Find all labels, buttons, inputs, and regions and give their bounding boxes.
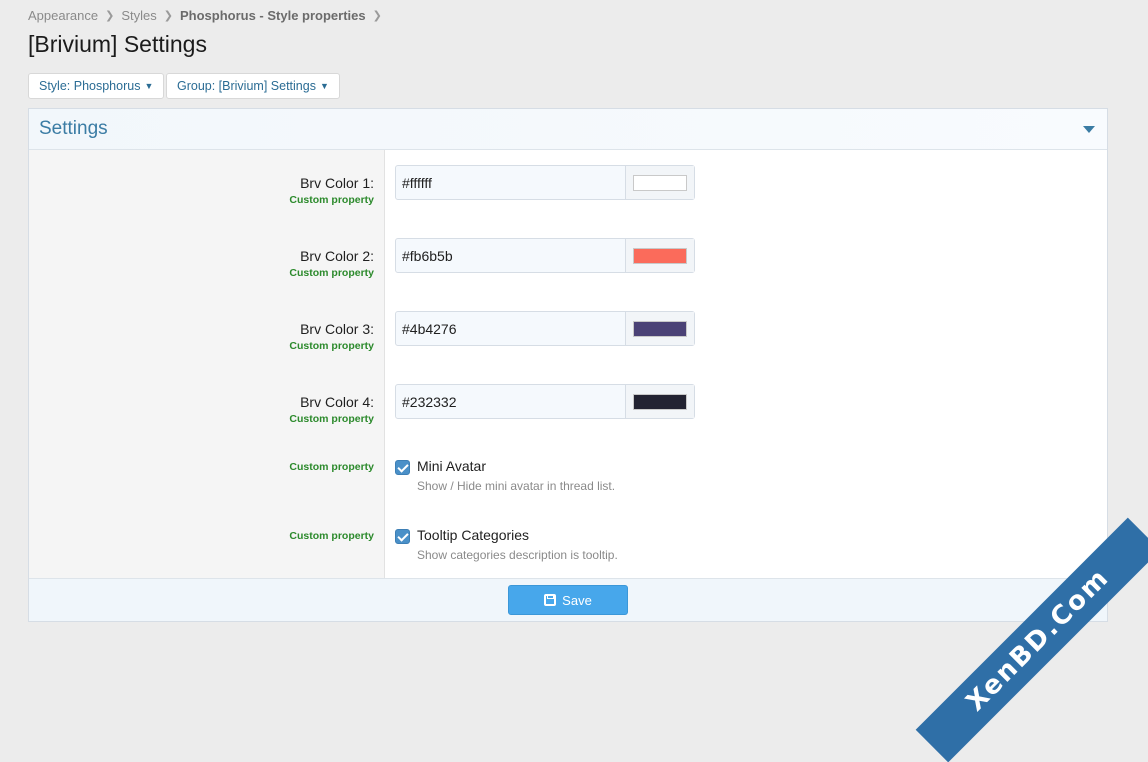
color-label: Brv Color 4: <box>300 394 374 410</box>
save-button[interactable]: Save <box>508 585 628 615</box>
color-swatch <box>633 247 687 264</box>
option-text: Tooltip Categories Show categories descr… <box>417 527 618 562</box>
tooltip-categories-description: Show categories description is tooltip. <box>417 548 618 562</box>
color-value-field[interactable] <box>396 166 625 199</box>
block-body: Brv Color 1: Custom property Brv Color 2… <box>29 150 1107 580</box>
custom-property-hint: Custom property <box>289 413 374 425</box>
mini-avatar-description: Show / Hide mini avatar in thread list. <box>417 479 616 493</box>
mini-avatar-label: Mini Avatar <box>417 458 486 474</box>
save-icon <box>544 594 557 606</box>
breadcrumb-style-properties[interactable]: Phosphorus - Style properties <box>180 8 366 23</box>
tooltip-categories-label: Tooltip Categories <box>417 527 530 543</box>
option-text: Mini Avatar Show / Hide mini avatar in t… <box>417 458 615 493</box>
row-label: Custom property <box>29 527 374 542</box>
custom-property-hint: Custom property <box>289 267 374 279</box>
color-swatch <box>633 393 687 410</box>
row-label: Brv Color 3: Custom property <box>29 321 374 352</box>
color-picker-button[interactable] <box>625 312 694 345</box>
color-value-field[interactable] <box>396 239 625 272</box>
tooltip-categories-checkbox[interactable] <box>395 529 410 544</box>
color-input-2 <box>395 238 695 273</box>
color-input-3 <box>395 311 695 346</box>
row-label: Brv Color 1: Custom property <box>29 175 374 206</box>
mini-avatar-checkbox[interactable] <box>395 460 410 475</box>
chevron-right-icon: ❯ <box>163 10 173 22</box>
style-filter-label: Style: Phosphorus <box>39 79 141 93</box>
group-filter-button[interactable]: Group: [Brivium] Settings ▼ <box>166 73 340 99</box>
color-label: Brv Color 3: <box>300 321 374 337</box>
custom-property-hint: Custom property <box>289 530 374 542</box>
chevron-right-icon: ❯ <box>372 10 382 22</box>
color-input-1 <box>395 165 695 200</box>
custom-property-hint: Custom property <box>289 340 374 352</box>
mini-avatar-option[interactable]: Mini Avatar Show / Hide mini avatar in t… <box>395 458 615 493</box>
settings-block: Settings Brv Color 1: Custom property Br… <box>28 108 1108 622</box>
color-picker-button[interactable] <box>625 385 694 418</box>
row-label: Brv Color 2: Custom property <box>29 248 374 279</box>
block-title: Settings <box>39 118 108 139</box>
color-label: Brv Color 1: <box>300 175 374 191</box>
chevron-right-icon: ❯ <box>105 10 115 22</box>
color-picker-button[interactable] <box>625 239 694 272</box>
color-value-field[interactable] <box>396 385 625 418</box>
breadcrumb-styles[interactable]: Styles <box>121 8 156 23</box>
caret-down-icon: ▼ <box>319 81 329 91</box>
row-label: Custom property <box>29 458 374 473</box>
label-column <box>29 150 385 580</box>
color-value-field[interactable] <box>396 312 625 345</box>
color-swatch <box>633 174 687 191</box>
color-label: Brv Color 2: <box>300 248 374 264</box>
collapse-toggle-icon[interactable] <box>1083 125 1095 133</box>
color-picker-button[interactable] <box>625 166 694 199</box>
color-swatch <box>633 320 687 337</box>
breadcrumb: Appearance ❯ Styles ❯ Phosphorus - Style… <box>28 8 389 23</box>
style-filter-button[interactable]: Style: Phosphorus ▼ <box>28 73 165 99</box>
tooltip-categories-option[interactable]: Tooltip Categories Show categories descr… <box>395 527 618 562</box>
caret-down-icon: ▼ <box>144 81 154 91</box>
block-header: Settings <box>29 109 1107 150</box>
save-label: Save <box>562 592 592 608</box>
breadcrumb-appearance[interactable]: Appearance <box>28 8 98 23</box>
color-input-4 <box>395 384 695 419</box>
group-filter-label: Group: [Brivium] Settings <box>177 79 316 93</box>
block-footer: Save <box>29 578 1107 621</box>
row-label: Brv Color 4: Custom property <box>29 394 374 425</box>
custom-property-hint: Custom property <box>289 194 374 206</box>
page-title: [Brivium] Settings <box>28 31 207 57</box>
custom-property-hint: Custom property <box>289 461 374 473</box>
